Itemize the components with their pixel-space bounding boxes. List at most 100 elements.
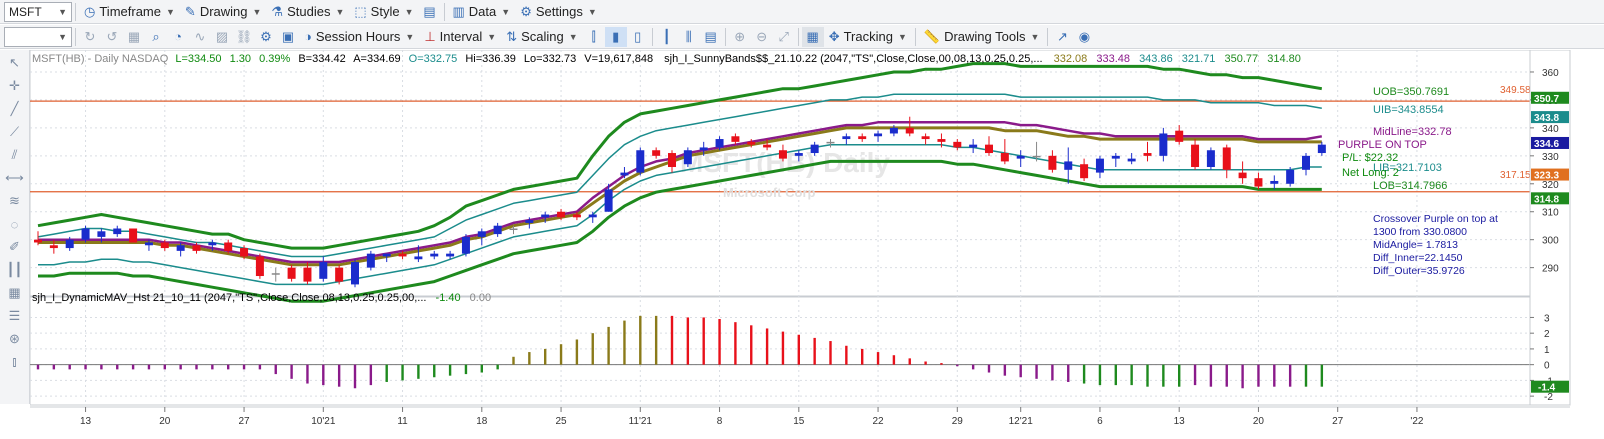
study-value-6: 314.80 [1267,53,1301,65]
volume-bars-icon[interactable]: ┃ [656,27,678,47]
drawing-tools-menu[interactable]: 📏 Drawing Tools ▼ [919,26,1045,48]
candle-body [176,245,185,251]
date-tick-label: 11 [397,416,408,427]
interval-menu[interactable]: ⊥ Interval ▼ [419,26,501,48]
panel-icon[interactable]: ▣ [277,27,299,47]
high: Hi=336.39 [465,53,515,65]
price-tick-label: 290 [1542,264,1559,275]
sub-header: sjh_I_DynamicMAV_Hst 21_10_11 (2047,"TS"… [32,292,491,304]
gann-icon[interactable]: ⊛ [3,329,27,349]
hollow-candle-icon[interactable]: ▯ [627,27,649,47]
grid-icon[interactable]: ▦ [123,27,145,47]
undo-icon[interactable]: ↺ [101,27,123,47]
chevron-down-icon: ▼ [335,6,345,17]
studies-menu[interactable]: ⚗ Studies ▼ [266,1,349,23]
bar-chart-icon[interactable]: ⫿ [583,27,605,47]
chevron-down-icon: ▼ [897,31,907,42]
date-axis[interactable]: 13 20 27 10'21 11 18 25 11'21 8 15 22 29 12'21 6 13 20 2… [80,407,1424,427]
style-icon: ⬚ [354,3,367,19]
fib-icon[interactable]: ≋ [3,191,27,211]
pen-icon[interactable]: ✐ [3,237,27,257]
zoom-in-icon[interactable]: ⊕ [729,27,751,47]
cursor-icon[interactable]: ↖ [3,53,27,73]
chevron-down-icon: ▼ [405,31,415,42]
image-icon[interactable]: ▨ [211,27,233,47]
low: Lo=332.73 [524,53,576,65]
change-pct: 0.39% [259,53,290,65]
scaling-icon: ⇅ [506,28,518,44]
trend-icon[interactable]: ↗ [1051,27,1073,47]
stack-icon[interactable]: ▤ [700,27,722,47]
session-icon: ◑ [304,29,312,44]
price-axis[interactable]: 360350340330320310300290350.7343.8334.63… [1529,50,1571,406]
candle-body [303,267,312,282]
crosshair-grid-icon[interactable]: ▦ [801,26,824,47]
study-name: sjh_I_SunnyBands$$_21.10.22 (2047,"TS",C… [664,53,1042,65]
chevron-down-icon: ▼ [58,31,67,42]
candle-body [477,231,486,237]
monitor-icon[interactable]: ◉ [1073,27,1095,47]
candle-body [366,253,375,268]
drawing-menu[interactable]: ✎ Drawing ▼ [180,1,267,23]
candle-body [461,236,470,254]
cycle-icon[interactable]: ◌ [3,214,27,234]
candle-body [1175,130,1184,142]
candle-body [1064,161,1073,170]
scaling-menu[interactable]: ⇅ Scaling ▼ [501,26,582,48]
grid-lines-icon[interactable]: ▦ [3,283,27,303]
candle-body [794,153,803,156]
date-tick-label: 29 [952,416,964,427]
symbol-value: MSFT [9,4,42,19]
refresh-icon[interactable]: ↻ [79,27,101,47]
zoom-out-icon[interactable]: ⊖ [751,27,773,47]
price-chart[interactable]: MSFT(HB) Daily Microsoft Corp MSFT(HB) -… [30,50,1604,439]
workspace-select[interactable]: ▼ [4,26,72,47]
sub-value-1: -1.40 [436,292,461,304]
wave-icon[interactable]: ∿ [189,27,211,47]
gear-icon: ⚙ [520,3,532,19]
study-value-3: 343.86 [1139,53,1173,65]
config-icon[interactable]: ⚙ [255,27,277,47]
zoom-icon[interactable]: ⌕ [145,27,167,47]
gauge-icon[interactable]: ◔ [167,27,189,47]
symbol-input[interactable]: MSFT ▼ [4,1,72,22]
timeframe-menu[interactable]: ◷ Timeframe ▼ [79,1,180,23]
candle-body [1032,155,1041,158]
candle-body [144,242,153,246]
line-icon[interactable]: ╱ [3,99,27,119]
settings-menu[interactable]: ⚙ Settings ▼ [515,1,602,23]
layout-icon[interactable]: ▤ [419,2,441,22]
last-price: L=334.50 [175,53,221,65]
chevron-down-icon: ▼ [404,6,414,17]
data-menu[interactable]: ▥ Data ▼ [448,1,516,23]
levels-icon[interactable]: ☰ [3,306,27,326]
histogram-icon[interactable]: ⫼ [678,27,700,47]
candle-body [826,141,835,144]
candle-body [287,267,296,279]
vertical-lines-icon[interactable]: ┃┃ [3,260,27,280]
price-badge-label: 334.6 [1534,139,1559,150]
style-menu[interactable]: ⬚ Style ▼ [349,1,418,23]
horizontal-line-icon[interactable]: ⟷ [3,168,27,188]
ray-icon[interactable]: ⟋ [3,122,27,142]
candle-body [1317,144,1326,154]
channel-icon[interactable]: ⫽ [3,145,27,165]
candle-icon[interactable]: ▮ [604,26,627,47]
candle-body [889,127,898,134]
candle-body [509,228,518,231]
chevron-down-icon: ▼ [501,6,511,17]
link-icon[interactable]: ⛓ [233,27,255,47]
candle-body [842,136,851,140]
fit-icon[interactable]: ⤢ [773,27,795,47]
change: 1.30 [230,53,251,65]
tracking-menu[interactable]: ✥ Tracking ▼ [824,26,912,48]
bars-icon[interactable]: ⫾ [3,352,27,372]
candle-body [905,127,914,134]
indicator-tick-label: 3 [1544,313,1550,324]
candle-body [240,248,249,257]
candle-body [525,220,534,223]
midline-label: MidLine=332.78 [1373,126,1452,138]
crosshair-icon[interactable]: ✛ [3,76,27,96]
session-hours-menu[interactable]: ◑ Session Hours ▼ [299,26,419,48]
candle-body [572,214,581,218]
